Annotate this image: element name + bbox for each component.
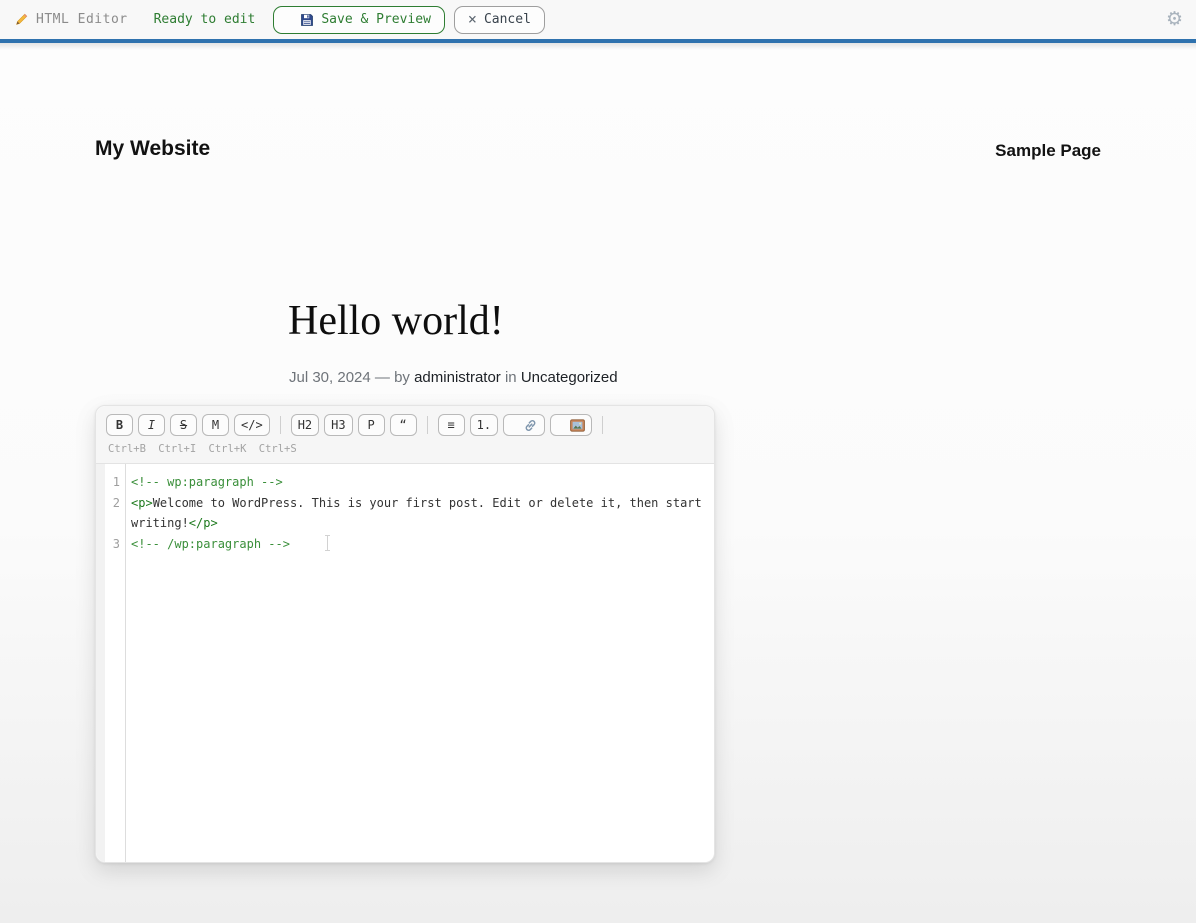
quote-button[interactable]: “ bbox=[390, 414, 417, 436]
toolbar-separator bbox=[602, 416, 603, 434]
h3-button[interactable]: H3 bbox=[324, 414, 352, 436]
mark-button[interactable]: M bbox=[202, 414, 229, 436]
code-line: 3 <!-- /wp:paragraph --> bbox=[96, 534, 714, 555]
strikethrough-button[interactable]: S bbox=[170, 414, 197, 436]
line-number: 2 bbox=[96, 493, 125, 514]
h2-button[interactable]: H2 bbox=[291, 414, 319, 436]
code-line-text[interactable]: <!-- /wp:paragraph --> bbox=[125, 534, 714, 555]
code-line: 2<p>Welcome to WordPress. This is your f… bbox=[96, 493, 714, 534]
editor-topbar: HTML Editor Ready to edit Save & Preview… bbox=[0, 0, 1196, 39]
post-meta: Jul 30, 2024 — by administrator in Uncat… bbox=[289, 369, 618, 386]
nav-link-sample-page[interactable]: Sample Page bbox=[995, 141, 1101, 161]
code-segment-comment: <!-- /wp:paragraph --> bbox=[131, 537, 290, 551]
code-lines: 1 <!-- wp:paragraph --> 2<p>Welcome to Wor… bbox=[96, 464, 714, 555]
pencil-icon bbox=[13, 12, 29, 28]
gear-icon[interactable]: ⚙ bbox=[1166, 8, 1183, 30]
text-cursor-ibeam bbox=[324, 534, 331, 552]
post-date: Jul 30, 2024 bbox=[289, 369, 371, 386]
html-editor-panel: B I S M </> H2 H3 P “ ≡ 1. bbox=[95, 405, 715, 863]
line-number: 3 bbox=[96, 534, 125, 555]
code-button[interactable]: </> bbox=[234, 414, 270, 436]
save-preview-label: Save & Preview bbox=[321, 12, 431, 27]
framed-picture-icon bbox=[570, 419, 585, 432]
toolbar-separator bbox=[427, 416, 428, 434]
chain-link-icon bbox=[523, 418, 538, 433]
link-button[interactable] bbox=[503, 414, 545, 436]
code-line-text[interactable]: <p>Welcome to WordPress. This is your fi… bbox=[125, 493, 714, 534]
code-line: 1 <!-- wp:paragraph --> bbox=[96, 472, 714, 493]
line-number: 1 bbox=[96, 472, 125, 493]
editor-toolbar: B I S M </> H2 H3 P “ ≡ 1. bbox=[96, 406, 714, 464]
category-link[interactable]: Uncategorized bbox=[521, 369, 618, 386]
author-link[interactable]: administrator bbox=[414, 369, 501, 386]
code-line-text[interactable]: <!-- wp:paragraph --> bbox=[125, 472, 714, 493]
post-title: Hello world! bbox=[288, 297, 504, 345]
unordered-list-button[interactable]: ≡ bbox=[438, 414, 465, 436]
site-title-link[interactable]: My Website bbox=[95, 137, 210, 161]
cancel-label: Cancel bbox=[484, 12, 531, 27]
image-button[interactable] bbox=[550, 414, 592, 436]
toolbar-separator bbox=[280, 416, 281, 434]
code-segment-comment: <!-- wp:paragraph --> bbox=[131, 475, 283, 489]
paragraph-button[interactable]: P bbox=[358, 414, 385, 436]
meta-in-label: in bbox=[505, 369, 517, 386]
ordered-list-button[interactable]: 1. bbox=[470, 414, 498, 436]
x-icon: × bbox=[468, 12, 477, 27]
bold-button[interactable]: B bbox=[106, 414, 133, 436]
meta-dash: — bbox=[375, 369, 390, 386]
status-text: Ready to edit bbox=[154, 12, 256, 27]
code-segment-tag: <p> bbox=[131, 496, 153, 510]
accent-divider bbox=[0, 39, 1196, 43]
code-editor[interactable]: 1 <!-- wp:paragraph --> 2<p>Welcome to Wor… bbox=[96, 464, 714, 862]
cancel-button[interactable]: × Cancel bbox=[454, 6, 545, 34]
save-preview-button[interactable]: Save & Preview bbox=[273, 6, 445, 34]
site-preview: My Website Sample Page Hello world! Jul … bbox=[0, 43, 1196, 923]
floppy-disk-icon bbox=[300, 13, 314, 27]
italic-button[interactable]: I bbox=[138, 414, 165, 436]
meta-by-label: by bbox=[394, 369, 410, 386]
code-segment-tag: </p> bbox=[189, 516, 218, 530]
format-button-row: B I S M </> H2 H3 P “ ≡ 1. bbox=[106, 414, 704, 436]
app-title: HTML Editor bbox=[36, 12, 128, 27]
shortcut-hints: Ctrl+B Ctrl+I Ctrl+K Ctrl+S bbox=[106, 443, 704, 455]
